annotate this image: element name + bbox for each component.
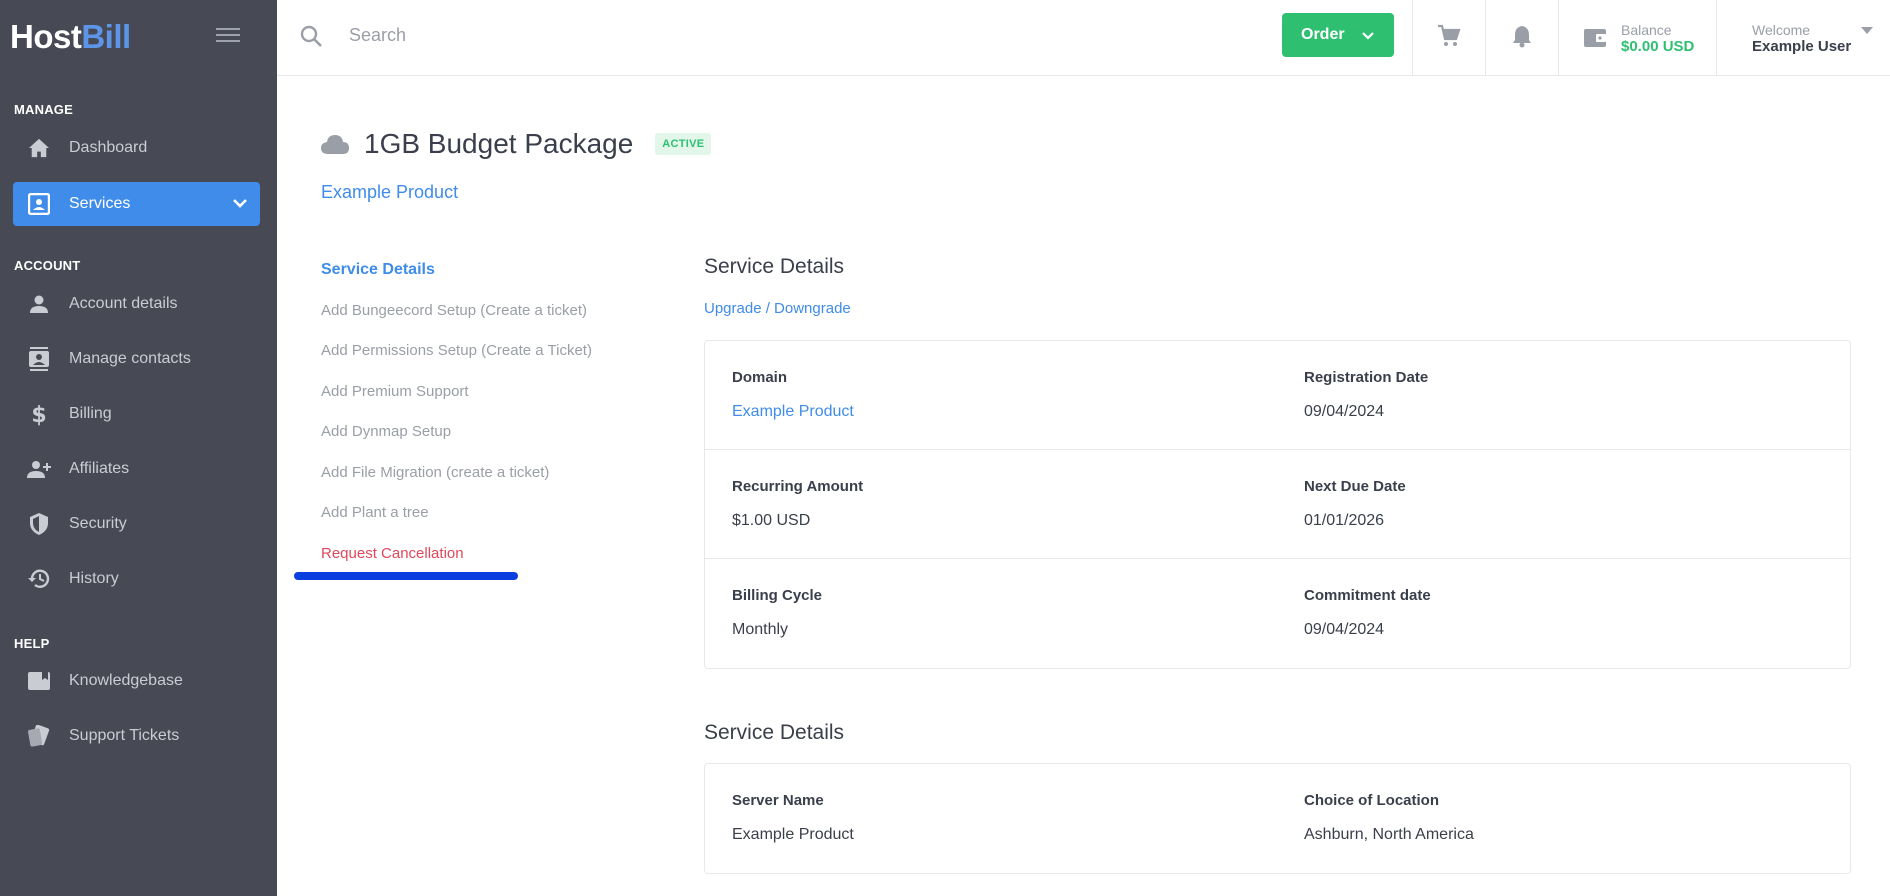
section-title: Service Details bbox=[704, 255, 845, 278]
sidebar-item-label: Services bbox=[69, 195, 131, 212]
user-menu[interactable]: Welcome Example User bbox=[1716, 0, 1890, 76]
services-icon bbox=[17, 182, 61, 226]
sidebar-item-label: Knowledgebase bbox=[69, 672, 183, 689]
sidebar-item-label: Affiliates bbox=[69, 460, 130, 477]
field-label: Recurring Amount bbox=[732, 478, 864, 495]
home-icon bbox=[17, 126, 61, 170]
logo-host-text: Host bbox=[10, 18, 82, 55]
service-details-card: Domain Example Product Registration Date… bbox=[704, 340, 1851, 669]
book-icon bbox=[17, 659, 61, 703]
page-header: 1GB Budget Package ACTIVE bbox=[320, 128, 712, 160]
field-label: Choice of Location bbox=[1304, 792, 1439, 809]
field-value: 09/04/2024 bbox=[1304, 403, 1385, 420]
sidebar-item-affiliates[interactable]: Affiliates bbox=[13, 447, 260, 491]
field-value: Ashburn, North America bbox=[1304, 826, 1474, 843]
side-menu-file-migration[interactable]: Add File Migration (create a ticket) bbox=[321, 464, 549, 481]
notifications-button[interactable] bbox=[1485, 0, 1558, 76]
server-details-card: Server Name Example Product Choice of Lo… bbox=[704, 763, 1851, 874]
status-badge: ACTIVE bbox=[655, 133, 712, 155]
field-label: Billing Cycle bbox=[732, 587, 823, 604]
sidebar: HostBill MANAGE Dashboard Services ACCOU… bbox=[0, 0, 277, 896]
balance-label: Balance bbox=[1621, 21, 1672, 38]
highlight-underline bbox=[294, 572, 518, 580]
field-value: Example Product bbox=[732, 826, 854, 843]
sidebar-item-label: Support Tickets bbox=[69, 727, 180, 744]
sidebar-item-label: Billing bbox=[69, 405, 112, 422]
section-title-2: Service Details bbox=[704, 721, 845, 744]
page-title: 1GB Budget Package bbox=[364, 128, 634, 159]
details-row: Domain Example Product Registration Date… bbox=[705, 341, 1850, 450]
shield-icon bbox=[17, 502, 61, 546]
field-label: Commitment date bbox=[1304, 587, 1431, 604]
sidebar-item-billing[interactable]: $ Billing bbox=[13, 392, 260, 436]
nav-section-manage: MANAGE bbox=[14, 102, 73, 117]
details-row: Billing Cycle Monthly Commitment date 09… bbox=[705, 559, 1850, 668]
user-name: Example User bbox=[1752, 37, 1852, 55]
side-menu-request-cancellation[interactable]: Request Cancellation bbox=[321, 545, 464, 562]
side-menu-bungeecord-setup[interactable]: Add Bungeecord Setup (Create a ticket) bbox=[321, 302, 587, 319]
side-menu-permissions-setup[interactable]: Add Permissions Setup (Create a Ticket) bbox=[321, 342, 592, 359]
sidebar-item-account-details[interactable]: Account details bbox=[13, 282, 260, 326]
sidebar-item-support-tickets[interactable]: Support Tickets bbox=[13, 714, 260, 758]
caret-down-icon bbox=[1861, 27, 1874, 35]
field-label: Server Name bbox=[732, 792, 824, 809]
nav-section-account: ACCOUNT bbox=[14, 258, 81, 273]
tickets-icon bbox=[17, 714, 61, 758]
svg-text:$: $ bbox=[31, 403, 46, 426]
sidebar-item-label: Manage contacts bbox=[69, 350, 191, 367]
field-label: Registration Date bbox=[1304, 369, 1429, 386]
sidebar-item-manage-contacts[interactable]: Manage contacts bbox=[13, 337, 260, 381]
logo[interactable]: HostBill bbox=[10, 18, 131, 56]
field-value: $1.00 USD bbox=[732, 512, 811, 529]
search-input[interactable] bbox=[349, 20, 1049, 50]
product-link[interactable]: Example Product bbox=[321, 182, 458, 203]
order-button[interactable]: Order bbox=[1282, 13, 1394, 57]
side-menu-premium-support[interactable]: Add Premium Support bbox=[321, 383, 469, 400]
sidebar-item-label: Dashboard bbox=[69, 139, 148, 156]
details-row: Server Name Example Product Choice of Lo… bbox=[705, 764, 1850, 873]
welcome-label: Welcome bbox=[1752, 21, 1811, 38]
sidebar-item-label: History bbox=[69, 570, 119, 587]
balance-widget[interactable]: Balance $0.00 USD bbox=[1558, 0, 1716, 76]
field-value: Monthly bbox=[732, 621, 789, 638]
logo-bill-text: Bill bbox=[81, 18, 131, 55]
field-value: 01/01/2026 bbox=[1304, 512, 1385, 529]
sidebar-item-services[interactable]: Services bbox=[13, 182, 260, 226]
chevron-down-icon bbox=[1361, 28, 1375, 42]
side-menu-dynmap-setup[interactable]: Add Dynmap Setup bbox=[321, 423, 451, 440]
cart-button[interactable] bbox=[1412, 0, 1485, 76]
sidebar-item-dashboard[interactable]: Dashboard bbox=[13, 126, 260, 170]
topbar: Order Balance $0.00 USD Welcome Example … bbox=[277, 0, 1890, 76]
dollar-icon: $ bbox=[17, 392, 61, 436]
order-button-label: Order bbox=[1301, 26, 1345, 43]
side-menu-plant-a-tree[interactable]: Add Plant a tree bbox=[321, 504, 429, 521]
cart-icon bbox=[1437, 24, 1461, 52]
sidebar-item-label: Account details bbox=[69, 295, 178, 312]
sidebar-item-label: Security bbox=[69, 515, 127, 532]
history-icon bbox=[17, 557, 61, 601]
domain-link[interactable]: Example Product bbox=[732, 403, 854, 421]
chevron-down-icon[interactable] bbox=[232, 195, 248, 215]
balance-value: $0.00 USD bbox=[1621, 37, 1695, 55]
field-label: Next Due Date bbox=[1304, 478, 1406, 495]
contacts-icon bbox=[17, 337, 61, 381]
wallet-icon bbox=[1583, 27, 1607, 49]
cloud-icon bbox=[320, 133, 350, 155]
details-row: Recurring Amount $1.00 USD Next Due Date… bbox=[705, 450, 1850, 559]
affiliates-icon bbox=[17, 447, 61, 491]
sidebar-item-security[interactable]: Security bbox=[13, 502, 260, 546]
bell-icon bbox=[1511, 24, 1533, 52]
logo-row: HostBill bbox=[0, 0, 277, 76]
side-menu-service-details[interactable]: Service Details bbox=[321, 261, 435, 279]
user-icon bbox=[17, 282, 61, 326]
search-icon bbox=[299, 24, 323, 52]
field-label: Domain bbox=[732, 369, 788, 386]
upgrade-downgrade-link[interactable]: Upgrade / Downgrade bbox=[704, 300, 851, 317]
field-value: 09/04/2024 bbox=[1304, 621, 1385, 638]
menu-toggle-icon[interactable] bbox=[216, 25, 240, 45]
sidebar-item-history[interactable]: History bbox=[13, 557, 260, 601]
nav-section-help: HELP bbox=[14, 636, 50, 651]
sidebar-item-knowledgebase[interactable]: Knowledgebase bbox=[13, 659, 260, 703]
